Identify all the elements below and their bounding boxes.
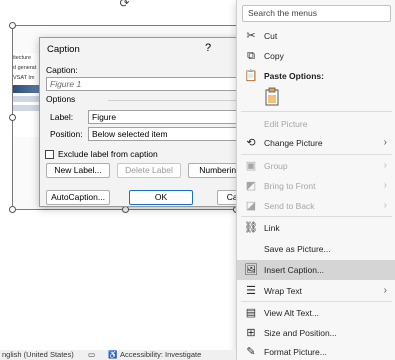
menu-item-copy[interactable]: ⧉ Copy xyxy=(237,46,395,66)
menu-item-label: View Alt Text... xyxy=(264,308,319,318)
menu-separator xyxy=(241,111,392,112)
menu-search-input[interactable]: Search the menus xyxy=(242,5,391,22)
rotate-handle-icon[interactable]: ⟳ xyxy=(118,0,131,9)
caption-input[interactable]: Figure 1 xyxy=(46,77,251,91)
menu-item-cut[interactable]: ✂ Cut xyxy=(237,26,395,46)
chevron-right-icon: › xyxy=(383,180,387,191)
position-select[interactable]: Below selected item xyxy=(88,127,253,141)
menu-separator xyxy=(241,301,392,302)
menu-item-label: Send to Back xyxy=(264,201,315,211)
insert-caption-icon: 🖼 xyxy=(244,264,258,276)
context-menu: Search the menus ✂ Cut ⧉ Copy 📋 Paste Op… xyxy=(236,0,395,360)
menu-item-label: Paste Options: xyxy=(264,71,324,81)
menu-item-label: Size and Position... xyxy=(264,328,337,338)
resize-handle-bottom-left[interactable] xyxy=(9,206,16,213)
resize-handle-left[interactable] xyxy=(9,114,16,121)
menu-item-label: Wrap Text xyxy=(264,286,302,296)
group-icon: ▣ xyxy=(245,160,257,172)
copy-icon: ⧉ xyxy=(247,50,255,62)
delete-label-button[interactable]: Delete Label xyxy=(117,163,181,178)
bring-front-icon: ◩ xyxy=(245,180,257,192)
position-field-label: Position: xyxy=(50,129,83,139)
link-icon: ⛓ xyxy=(244,222,258,234)
menu-item-label: Format Picture... xyxy=(264,347,327,357)
menu-item-label: Copy xyxy=(264,51,284,61)
caption-dialog: Caption ? Caption: Figure 1 Options Labe… xyxy=(39,37,263,207)
resize-handle-bottom[interactable] xyxy=(122,206,129,213)
language-status[interactable]: nglish (United States) xyxy=(2,350,74,360)
alt-text-icon: ▤ xyxy=(245,307,257,319)
autocaption-button[interactable]: AutoCaption... xyxy=(46,190,110,205)
exclude-label-text: Exclude label from caption xyxy=(58,149,158,159)
menu-item-edit-picture[interactable]: Edit Picture xyxy=(237,114,395,134)
menu-item-label: Edit Picture xyxy=(264,119,308,129)
menu-item-format-picture[interactable]: ✎ Format Picture... xyxy=(237,342,395,360)
paste-icon: 📋 xyxy=(244,70,258,82)
ok-button[interactable]: OK xyxy=(129,190,193,205)
chevron-right-icon: › xyxy=(383,137,387,148)
caption-label: Caption: xyxy=(46,65,78,75)
menu-item-link[interactable]: ⛓ Link xyxy=(237,218,395,238)
menu-item-label: Bring to Front xyxy=(264,181,316,191)
format-picture-icon: ✎ xyxy=(246,346,256,358)
menu-item-label: Cut xyxy=(264,31,278,41)
menu-item-view-alt-text[interactable]: ▤ View Alt Text... xyxy=(237,303,395,323)
chevron-right-icon: › xyxy=(383,200,387,211)
scissors-icon: ✂ xyxy=(246,30,256,42)
dialog-title: Caption xyxy=(47,44,80,55)
chevron-right-icon: › xyxy=(383,285,387,296)
send-back-icon: ◪ xyxy=(245,200,257,212)
menu-item-save-as-picture[interactable]: Save as Picture... xyxy=(237,239,395,259)
menu-item-size-and-position[interactable]: ⊞ Size and Position... xyxy=(237,323,395,343)
accessibility-status[interactable]: Accessibility: Investigate xyxy=(120,350,201,360)
menu-separator xyxy=(241,154,392,155)
exclude-label-checkbox[interactable] xyxy=(45,150,54,159)
menu-item-label: Insert Caption... xyxy=(264,265,325,275)
accessibility-icon: ♿ xyxy=(108,350,118,359)
menu-item-label: Group xyxy=(264,161,288,171)
label-select[interactable]: Figure xyxy=(88,110,253,124)
new-label-button[interactable]: New Label... xyxy=(46,163,110,178)
paste-keep-format-icon[interactable] xyxy=(264,87,280,107)
menu-item-bring-to-front[interactable]: ◩ Bring to Front › xyxy=(237,176,395,196)
wrap-text-icon: ☰ xyxy=(246,285,256,297)
menu-item-label: Change Picture xyxy=(264,138,323,148)
label-field-label: Label: xyxy=(50,112,74,122)
status-bar: nglish (United States) ▭ ♿ Accessibility… xyxy=(0,350,236,360)
menu-item-label: Save as Picture... xyxy=(264,244,331,254)
menu-item-insert-caption[interactable]: 🖼 Insert Caption... xyxy=(237,260,395,280)
change-picture-icon: ⟲ xyxy=(246,137,256,149)
options-divider xyxy=(108,100,250,101)
size-position-icon: ⊞ xyxy=(246,327,256,339)
menu-item-paste-options: 📋 Paste Options: xyxy=(237,66,395,86)
options-heading: Options xyxy=(46,94,76,104)
chevron-right-icon: › xyxy=(383,160,387,171)
resize-handle-top-left[interactable] xyxy=(9,22,16,29)
status-divider-icon: ▭ xyxy=(88,350,96,359)
menu-separator xyxy=(241,216,392,217)
menu-item-send-to-back[interactable]: ◪ Send to Back › xyxy=(237,196,395,216)
menu-item-group[interactable]: ▣ Group › xyxy=(237,156,395,176)
menu-item-change-picture[interactable]: ⟲ Change Picture › xyxy=(237,133,395,153)
menu-item-label: Link xyxy=(264,223,280,233)
menu-item-wrap-text[interactable]: ☰ Wrap Text › xyxy=(237,281,395,301)
help-button[interactable]: ? xyxy=(205,42,211,54)
